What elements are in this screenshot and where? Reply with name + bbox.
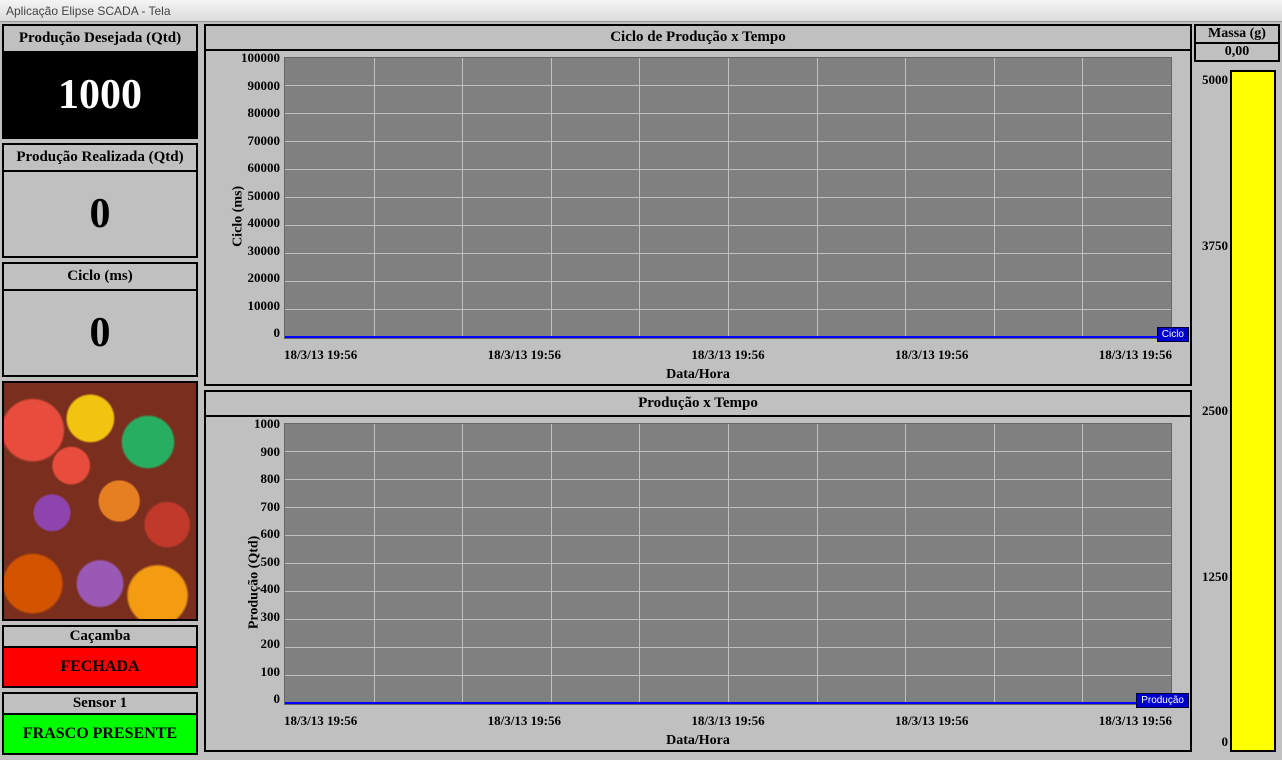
chart-bottom-yaxis: 0 100 200 300 400 500 600 700 800 900 10…: [234, 423, 280, 705]
window-titlebar: Aplicação Elipse SCADA - Tela: [0, 0, 1282, 22]
xtick: 18/3/13 19:56: [895, 713, 968, 729]
left-sidebar: Produção Desejada (Qtd) 1000 Produção Re…: [0, 22, 200, 760]
ytick: 800: [234, 472, 280, 485]
xtick: 18/3/13 19:56: [488, 713, 561, 729]
ytick: 1000: [234, 417, 280, 430]
ytick: 0: [234, 326, 280, 339]
ytick: 60000: [234, 161, 280, 174]
chart-bottom-xlabel: Data/Hora: [206, 733, 1190, 749]
ytick: 20000: [234, 271, 280, 284]
ytick: 500: [234, 555, 280, 568]
massa-value: 0,00: [1194, 42, 1280, 62]
cacamba-status: FECHADA: [2, 646, 198, 688]
desired-production-label: Produção Desejada (Qtd): [4, 26, 196, 53]
realized-production-label: Produção Realizada (Qtd): [4, 145, 196, 172]
ytick: 300: [234, 610, 280, 623]
ytick: 700: [234, 500, 280, 513]
xtick: 18/3/13 19:56: [895, 347, 968, 363]
chart-top-xlabel: Data/Hora: [206, 367, 1190, 383]
ytick: 0: [234, 692, 280, 705]
gauge-tick: 0: [1194, 734, 1228, 750]
ytick: 80000: [234, 106, 280, 119]
panel-realized-production: Produção Realizada (Qtd) 0: [2, 143, 198, 258]
chart-cycle-vs-time: Ciclo de Produção x Tempo Ciclo (ms) 0 1…: [204, 24, 1192, 386]
chart-top-title: Ciclo de Produção x Tempo: [206, 26, 1190, 51]
panel-cycle: Ciclo (ms) 0: [2, 262, 198, 377]
ytick: 30000: [234, 244, 280, 257]
xtick: 18/3/13 19:56: [284, 713, 357, 729]
gauge-bar: [1230, 70, 1276, 752]
chart-bottom-xaxis: 18/3/13 19:56 18/3/13 19:56 18/3/13 19:5…: [284, 713, 1172, 729]
right-sidebar: Massa (g) 0,00 5000 3750 2500 1250 0: [1192, 22, 1282, 760]
ytick: 400: [234, 582, 280, 595]
xtick: 18/3/13 19:56: [691, 713, 764, 729]
cacamba-label: Caçamba: [2, 625, 198, 646]
window-title: Aplicação Elipse SCADA - Tela: [6, 4, 171, 18]
panel-desired-production: Produção Desejada (Qtd) 1000: [2, 24, 198, 139]
gauge-tick: 2500: [1194, 403, 1228, 419]
chart-top-plot[interactable]: Ciclo: [284, 57, 1172, 339]
xtick: 18/3/13 19:56: [1099, 347, 1172, 363]
product-image: [2, 381, 198, 621]
chart-bottom-plot[interactable]: Produção: [284, 423, 1172, 705]
ytick: 600: [234, 527, 280, 540]
chart-production-vs-time: Produção x Tempo Produção (Qtd) 0 100 20…: [204, 390, 1192, 752]
gauge-yaxis: 5000 3750 2500 1250 0: [1194, 72, 1228, 750]
ytick: 70000: [234, 134, 280, 147]
desired-production-value: 1000: [4, 53, 196, 137]
ytick: 10000: [234, 299, 280, 312]
massa-label: Massa (g): [1194, 24, 1280, 42]
ytick: 100000: [234, 51, 280, 64]
cycle-value: 0: [4, 291, 196, 375]
xtick: 18/3/13 19:56: [488, 347, 561, 363]
chart-bottom-series-tag: Produção: [1136, 693, 1189, 708]
massa-gauge: 5000 3750 2500 1250 0: [1194, 64, 1280, 758]
sensor1-status: FRASCO PRESENTE: [2, 713, 198, 755]
ytick: 100: [234, 665, 280, 678]
ytick: 200: [234, 637, 280, 650]
gauge-tick: 3750: [1194, 238, 1228, 254]
chart-top-series-tag: Ciclo: [1157, 327, 1189, 342]
ytick: 90000: [234, 79, 280, 92]
xtick: 18/3/13 19:56: [284, 347, 357, 363]
xtick: 18/3/13 19:56: [691, 347, 764, 363]
sensor1-label: Sensor 1: [2, 692, 198, 713]
chart-top-xaxis: 18/3/13 19:56 18/3/13 19:56 18/3/13 19:5…: [284, 347, 1172, 363]
ytick: 900: [234, 445, 280, 458]
realized-production-value: 0: [4, 172, 196, 256]
chart-bottom-title: Produção x Tempo: [206, 392, 1190, 417]
chart-top-yaxis: 0 10000 20000 30000 40000 50000 60000 70…: [234, 57, 280, 339]
xtick: 18/3/13 19:56: [1099, 713, 1172, 729]
cycle-label: Ciclo (ms): [4, 264, 196, 291]
ytick: 40000: [234, 216, 280, 229]
ytick: 50000: [234, 189, 280, 202]
gauge-tick: 1250: [1194, 569, 1228, 585]
center-charts: Ciclo de Produção x Tempo Ciclo (ms) 0 1…: [200, 22, 1192, 760]
gauge-tick: 5000: [1194, 72, 1228, 88]
